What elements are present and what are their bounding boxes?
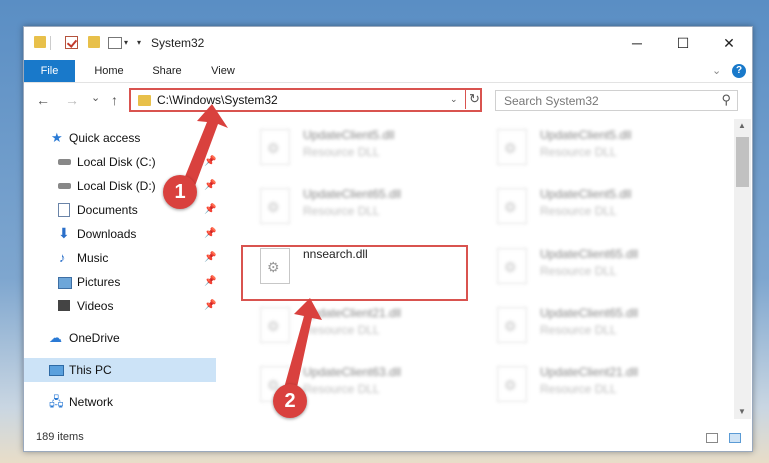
- status-bar: 189 items: [24, 425, 752, 451]
- pin-icon[interactable]: 📌: [204, 294, 216, 318]
- pin-icon[interactable]: 📌: [204, 198, 216, 222]
- sidebar-item-network[interactable]: 🖧 Network: [24, 390, 216, 414]
- pin-icon[interactable]: 📌: [204, 270, 216, 294]
- tab-home[interactable]: Home: [83, 60, 135, 82]
- search-icon[interactable]: ⚲: [721, 92, 731, 108]
- navigation-bar: ← → ⌄ ↑ C:\Windows\System32 ⌄ ↻ Search S…: [24, 83, 752, 119]
- sidebar-item-this-pc[interactable]: This PC: [24, 358, 216, 382]
- sidebar-item-videos[interactable]: Videos 📌: [24, 294, 216, 318]
- customize-toolbar-icon[interactable]: ▾: [137, 38, 141, 47]
- dll-file-icon: [260, 188, 290, 224]
- item-count: 189 items: [36, 431, 84, 443]
- large-icons-view-icon[interactable]: [729, 433, 741, 443]
- new-folder-icon[interactable]: [88, 36, 100, 48]
- file-highlight-box: [241, 245, 468, 301]
- this-pc-icon: [49, 365, 64, 376]
- videos-icon: [58, 300, 70, 311]
- dll-file-icon: [497, 366, 527, 402]
- address-dropdown-icon[interactable]: ⌄: [450, 94, 458, 105]
- sidebar-item-onedrive[interactable]: ☁ OneDrive: [24, 326, 216, 350]
- recent-locations-button[interactable]: ⌄: [91, 91, 100, 104]
- onedrive-icon: ☁: [49, 330, 62, 345]
- minimize-button[interactable]: ─: [614, 27, 660, 60]
- disk-icon: [58, 183, 71, 189]
- sidebar-item-local-disk-c[interactable]: Local Disk (C:) 📌: [24, 150, 216, 174]
- documents-icon: [58, 203, 70, 217]
- forward-button[interactable]: →: [65, 92, 79, 108]
- file-item[interactable]: UpdateClient5.dll Resource DLL: [252, 125, 472, 171]
- sidebar-item-downloads[interactable]: ⬇ Downloads 📌: [24, 222, 216, 246]
- dll-file-icon: [497, 129, 527, 165]
- scroll-thumb[interactable]: [736, 137, 749, 187]
- close-button[interactable]: ✕: [706, 27, 752, 60]
- pictures-icon: [58, 277, 72, 289]
- scroll-down-icon[interactable]: ▼: [738, 407, 746, 416]
- maximize-button[interactable]: ☐: [660, 27, 706, 60]
- divider: [50, 36, 51, 50]
- details-view-icon[interactable]: [706, 433, 718, 443]
- search-input[interactable]: Search System32: [504, 94, 599, 108]
- window-title: System32: [151, 36, 205, 50]
- music-icon: ♪: [59, 250, 66, 265]
- sidebar-item-quick-access[interactable]: ★ Quick access: [24, 126, 216, 150]
- disk-icon: [58, 159, 71, 165]
- expand-ribbon-icon[interactable]: ⌄: [712, 64, 721, 77]
- up-button[interactable]: ↑: [111, 92, 118, 108]
- pin-icon[interactable]: 📌: [204, 246, 216, 270]
- explorer-window: ▾ ▾ System32 ─ ☐ ✕ File Home Share View …: [23, 26, 753, 452]
- file-item[interactable]: UpdateClient21.dll Resource DLL: [252, 303, 472, 349]
- file-item[interactable]: UpdateClient5.dll Resource DLL: [489, 125, 709, 171]
- step-badge-1: 1: [163, 175, 197, 209]
- refresh-icon[interactable]: ↻: [465, 89, 483, 109]
- address-bar[interactable]: C:\Windows\System32 ⌄ ↻: [129, 88, 482, 112]
- star-icon: ★: [51, 130, 63, 145]
- dll-file-icon: [497, 307, 527, 343]
- pin-icon[interactable]: 📌: [204, 222, 216, 246]
- vertical-scrollbar[interactable]: ▲ ▼: [734, 119, 751, 419]
- address-path[interactable]: C:\Windows\System32: [157, 93, 278, 107]
- network-icon: 🖧: [49, 394, 64, 409]
- search-box[interactable]: Search System32 ⚲: [495, 90, 738, 111]
- tab-share[interactable]: Share: [141, 60, 193, 82]
- sidebar-item-pictures[interactable]: Pictures 📌: [24, 270, 216, 294]
- help-icon[interactable]: ?: [732, 64, 746, 78]
- ribbon-tabs: File Home Share View ⌄ ?: [24, 60, 752, 83]
- file-item[interactable]: UpdateClient65.dll Resource DLL: [252, 184, 472, 230]
- dll-file-icon: [497, 188, 527, 224]
- file-item[interactable]: UpdateClient21.dll Resource DLL: [489, 362, 709, 408]
- tab-view[interactable]: View: [197, 60, 249, 82]
- downloads-icon: ⬇: [58, 225, 70, 241]
- step-badge-2: 2: [273, 384, 307, 418]
- dll-file-icon: [260, 307, 290, 343]
- folder-icon: [138, 95, 151, 106]
- pin-icon[interactable]: 📌: [204, 150, 216, 174]
- properties-check-icon[interactable]: [65, 36, 78, 49]
- navigation-pane: ★ Quick access Local Disk (C:) 📌 Local D…: [24, 119, 216, 419]
- folder-icon: [34, 36, 46, 48]
- view-options-icon[interactable]: [108, 37, 122, 49]
- dll-file-icon: [260, 129, 290, 165]
- pin-icon[interactable]: 📌: [204, 174, 216, 198]
- file-item[interactable]: UpdateClient65.dll Resource DLL: [489, 244, 709, 290]
- file-item[interactable]: UpdateClient65.dll Resource DLL: [489, 303, 709, 349]
- scroll-up-icon[interactable]: ▲: [738, 121, 746, 130]
- file-item[interactable]: UpdateClient5.dll Resource DLL: [489, 184, 709, 230]
- chevron-down-icon[interactable]: ▾: [124, 38, 128, 47]
- title-bar: ▾ ▾ System32 ─ ☐ ✕: [24, 27, 752, 60]
- tab-file[interactable]: File: [24, 60, 75, 82]
- back-button[interactable]: ←: [36, 92, 50, 108]
- dll-file-icon: [497, 248, 527, 284]
- sidebar-item-music[interactable]: ♪ Music 📌: [24, 246, 216, 270]
